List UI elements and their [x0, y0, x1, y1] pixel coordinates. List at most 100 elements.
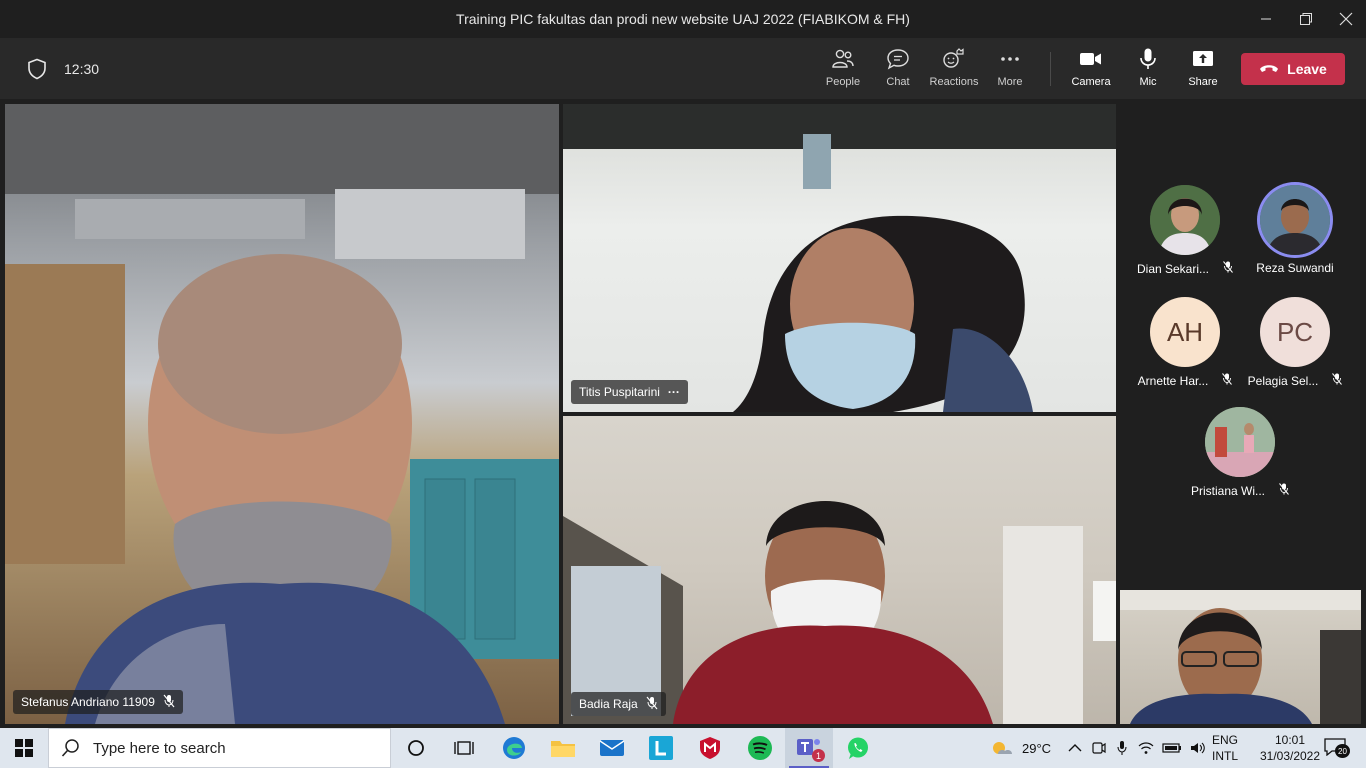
- whatsapp-icon: [848, 737, 868, 759]
- reactions-button[interactable]: Reactions: [926, 46, 982, 94]
- roster-item-dian[interactable]: Dian Sekari...: [1130, 185, 1240, 276]
- toolbar-divider: [1050, 52, 1051, 86]
- people-icon: [831, 46, 855, 72]
- task-view-icon: [454, 741, 474, 755]
- chevron-up-icon[interactable]: [1068, 742, 1082, 754]
- taskbar-search[interactable]: Type here to search: [48, 728, 391, 768]
- edge-app[interactable]: [490, 728, 538, 768]
- close-button[interactable]: [1326, 4, 1366, 34]
- leave-button[interactable]: Leave: [1241, 53, 1345, 85]
- wifi-icon[interactable]: [1138, 741, 1154, 755]
- roster-item-pristiana[interactable]: Pristiana Wi...: [1185, 407, 1295, 498]
- restore-icon: [1300, 13, 1312, 25]
- avatar: PC: [1260, 297, 1330, 367]
- muted-mic-icon: [1222, 373, 1233, 388]
- l-app-icon: [649, 736, 673, 760]
- start-button[interactable]: [0, 728, 48, 768]
- mcafee-shield-icon: [700, 737, 720, 759]
- clock-time: 10:01: [1274, 733, 1306, 747]
- muted-mic-icon: [1223, 261, 1233, 276]
- search-placeholder: Type here to search: [93, 739, 226, 757]
- people-label: People: [825, 76, 861, 88]
- avatar: AH: [1150, 297, 1220, 367]
- spotify-icon: [748, 736, 772, 760]
- muted-mic-icon: [646, 696, 658, 713]
- participant-name: Titis Puspitarini: [579, 385, 660, 399]
- share-label: Share: [1188, 76, 1218, 88]
- l-app[interactable]: [637, 728, 685, 768]
- file-explorer-app[interactable]: [539, 728, 587, 768]
- chat-icon: [886, 46, 910, 72]
- avatar: [1205, 407, 1275, 477]
- battery-icon[interactable]: [1162, 742, 1182, 754]
- spotify-app[interactable]: [736, 728, 784, 768]
- notification-center-button[interactable]: 20: [1324, 738, 1350, 758]
- camera-label: Camera: [1071, 76, 1111, 88]
- weather-widget[interactable]: 29°C: [990, 728, 1051, 768]
- weather-temperature: 29°C: [1022, 740, 1052, 756]
- meeting-toolbar: 12:30 People Chat Reactions More Camera: [0, 38, 1366, 100]
- language-code: ENG: [1211, 733, 1238, 747]
- meeting-stage: Stefanus Andriano 11909 Titis Puspitarin…: [0, 100, 1366, 724]
- camera-button[interactable]: Camera: [1063, 46, 1119, 94]
- edge-icon: [503, 737, 525, 759]
- whatsapp-app[interactable]: [834, 728, 882, 768]
- self-view-video[interactable]: [1120, 590, 1361, 724]
- chat-button[interactable]: Chat: [870, 46, 926, 94]
- meeting-timer: 12:30: [64, 61, 100, 77]
- window-title: Training PIC fakultas dan prodi new webs…: [456, 11, 910, 27]
- close-icon: [1339, 12, 1353, 26]
- notification-count: 20: [1335, 744, 1350, 758]
- folder-icon: [551, 741, 575, 757]
- participant-video-stefanus: [5, 104, 559, 724]
- roster-item-reza[interactable]: Reza Suwandi: [1240, 185, 1350, 275]
- video-tile-badia[interactable]: Badia Raja: [563, 416, 1116, 724]
- video-tile-stefanus[interactable]: Stefanus Andriano 11909: [5, 104, 559, 724]
- participant-name: Stefanus Andriano 11909: [21, 695, 155, 709]
- mcafee-app[interactable]: [686, 728, 734, 768]
- teams-app[interactable]: 1: [785, 728, 833, 768]
- maximize-button[interactable]: [1286, 4, 1326, 34]
- more-label: More: [997, 76, 1023, 88]
- video-tile-titis[interactable]: Titis Puspitarini ···: [563, 104, 1116, 412]
- input-language[interactable]: ENG INTL: [1208, 732, 1242, 764]
- volume-icon[interactable]: [1190, 741, 1206, 755]
- microphone-tray-icon[interactable]: [1116, 740, 1128, 756]
- system-tray: [1068, 728, 1206, 768]
- teams-notification-badge: 1: [812, 749, 825, 762]
- leave-label: Leave: [1287, 61, 1327, 77]
- mic-button[interactable]: Mic: [1120, 46, 1176, 94]
- reactions-label: Reactions: [929, 76, 979, 88]
- mail-icon: [599, 740, 625, 756]
- mail-app[interactable]: [588, 728, 636, 768]
- roster-item-pelagia[interactable]: PC Pelagia Sel...: [1240, 297, 1350, 388]
- roster-item-arnette[interactable]: AH Arnette Har...: [1130, 297, 1240, 388]
- roster-name: Pelagia Sel...: [1247, 373, 1319, 388]
- cortana-button[interactable]: [392, 728, 440, 768]
- minimize-button[interactable]: [1246, 4, 1286, 34]
- share-button[interactable]: Share: [1175, 46, 1231, 94]
- mic-icon: [1136, 46, 1160, 72]
- avatar-initials: AH: [1166, 316, 1204, 347]
- more-button[interactable]: More: [982, 46, 1038, 94]
- avatar: [1150, 185, 1220, 255]
- meet-now-icon[interactable]: [1092, 740, 1106, 756]
- reactions-icon: [942, 46, 966, 72]
- participant-name-chip: Stefanus Andriano 11909: [13, 690, 183, 714]
- avatar-initials: PC: [1276, 316, 1314, 347]
- task-view-button[interactable]: [440, 728, 488, 768]
- mic-label: Mic: [1139, 76, 1157, 88]
- shield-icon[interactable]: [26, 58, 48, 85]
- clock-date: 31/03/2022: [1259, 749, 1321, 763]
- windows-logo-icon: [15, 739, 33, 757]
- participant-video-badia: [563, 501, 1116, 724]
- participant-name: Badia Raja: [579, 697, 638, 711]
- muted-mic-icon: [1279, 483, 1289, 498]
- participant-more-button[interactable]: ···: [668, 385, 680, 399]
- self-view-feed: [1120, 590, 1361, 724]
- participant-name-chip: Badia Raja: [571, 692, 666, 716]
- hang-up-icon: [1259, 61, 1279, 77]
- keyboard-layout: INTL: [1211, 749, 1238, 763]
- people-button[interactable]: People: [815, 46, 871, 94]
- taskbar-clock[interactable]: 10:01 31/03/2022: [1258, 732, 1322, 764]
